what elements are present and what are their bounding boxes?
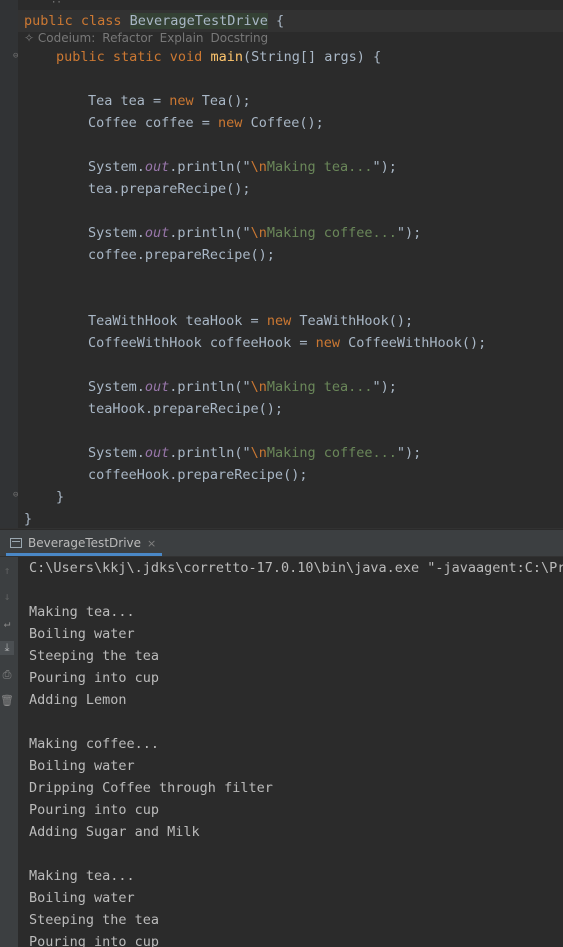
down-arrow-icon[interactable]: ↓ xyxy=(0,590,14,604)
code-line-coffee-call: coffee.prepareRecipe(); xyxy=(88,247,275,263)
code-line-coffee-decl: Coffee coffee = new Coffee(); xyxy=(88,115,324,131)
console-output-line: Adding Sugar and Milk xyxy=(29,824,200,840)
scroll-to-end-icon[interactable]: ⤓ xyxy=(0,641,14,655)
codeium-label: ✧ Codeium: xyxy=(24,31,96,45)
codeium-codelens: ✧ Codeium: Refactor Explain Docstring xyxy=(24,30,275,46)
print-icon[interactable]: ⎙ xyxy=(0,668,14,682)
console-output-line: Making coffee... xyxy=(29,736,160,752)
code-line-println-coffee-2: System.out.println("\nMaking coffee...")… xyxy=(88,445,422,461)
panel-divider[interactable] xyxy=(0,528,563,529)
console-output-line: Boiling water xyxy=(29,758,135,774)
editor-gutter[interactable]: ⊖ ⊖ xyxy=(0,0,18,528)
console-output[interactable]: C:\Users\kkj\.jdks\corretto-17.0.10\bin\… xyxy=(18,557,563,947)
console-toolbar: ↑ ↓ ↵ ⤓ ⎙ 🗑 xyxy=(0,557,18,947)
console-output-line: Boiling water xyxy=(29,890,135,906)
codelens-docstring-link[interactable]: Docstring xyxy=(211,31,269,45)
up-arrow-icon[interactable]: ↑ xyxy=(0,564,14,578)
scroll-hint-icon: ·· xyxy=(51,0,62,8)
codelens-refactor-link[interactable]: Refactor xyxy=(102,31,152,45)
main-method-line: public static void main(String[] args) { xyxy=(56,49,382,65)
run-tab-beveragetestdrive[interactable]: BeverageTestDrive × xyxy=(6,530,163,556)
trash-icon[interactable]: 🗑 xyxy=(0,694,14,708)
console-output-line: Making tea... xyxy=(29,868,135,884)
console-output-line: Pouring into cup xyxy=(29,670,160,686)
code-line-println-coffee: System.out.println("\nMaking coffee...")… xyxy=(88,225,422,241)
soft-wrap-icon[interactable]: ↵ xyxy=(0,617,14,631)
console-output-line: Adding Lemon xyxy=(29,692,127,708)
class-name: BeverageTestDrive xyxy=(129,13,268,29)
console-output-line: Dripping Coffee through filter xyxy=(29,780,273,796)
console-output-line: Pouring into cup xyxy=(29,934,160,947)
console-output-line: Making tea... xyxy=(29,604,135,620)
console-icon xyxy=(10,537,22,548)
class-declaration-line: public class BeverageTestDrive { xyxy=(24,13,285,29)
codelens-explain-link[interactable]: Explain xyxy=(160,31,204,45)
code-line-teahook-call: teaHook.prepareRecipe(); xyxy=(88,401,284,417)
code-line-method-close: } xyxy=(56,489,65,505)
code-line-println-tea: System.out.println("\nMaking tea..."); xyxy=(88,159,397,175)
run-tool-window-tabs: BeverageTestDrive × xyxy=(0,530,563,557)
code-line-tea-call: tea.prepareRecipe(); xyxy=(88,181,251,197)
console-output-line: Steeping the tea xyxy=(29,648,160,664)
code-line-tea-decl: Tea tea = new Tea(); xyxy=(88,93,251,109)
console-command-line: C:\Users\kkj\.jdks\corretto-17.0.10\bin\… xyxy=(29,560,563,576)
code-line-println-tea-2: System.out.println("\nMaking tea..."); xyxy=(88,379,397,395)
console-output-line: Boiling water xyxy=(29,626,135,642)
code-line-coffeehook-call: coffeeHook.prepareRecipe(); xyxy=(88,467,308,483)
close-icon[interactable]: × xyxy=(147,537,156,550)
console-output-line: Steeping the tea xyxy=(29,912,160,928)
code-line-class-close: } xyxy=(24,511,33,527)
run-tab-label: BeverageTestDrive xyxy=(28,536,142,550)
code-line-teahook-decl: TeaWithHook teaHook = new TeaWithHook(); xyxy=(88,313,414,329)
code-editor[interactable]: ·· public class BeverageTestDrive { ✧ Co… xyxy=(18,0,563,528)
console-output-line: Pouring into cup xyxy=(29,802,160,818)
code-line-coffeehook-decl: CoffeeWithHook coffeeHook = new CoffeeWi… xyxy=(88,335,487,351)
